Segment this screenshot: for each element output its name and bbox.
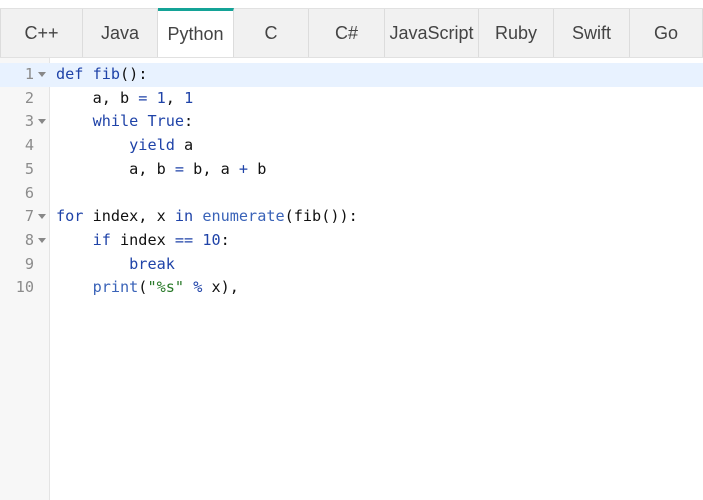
code-text: break: [56, 253, 175, 277]
code-line[interactable]: 2 a, b = 1, 1: [0, 87, 703, 111]
code-token: =: [174, 159, 185, 178]
code-text: while True:: [56, 110, 194, 134]
tab-c[interactable]: C++: [0, 9, 83, 57]
code-token: enumerate: [202, 207, 285, 226]
code-line[interactable]: 3 while True:: [0, 110, 703, 134]
code-text: if index == 10:: [56, 229, 230, 253]
code-token: yield: [129, 136, 175, 155]
code-token: (fib()):: [284, 207, 358, 226]
code-token: %: [193, 278, 203, 297]
code-token: x),: [202, 278, 239, 297]
tab-c[interactable]: C#: [309, 9, 385, 57]
code-text: def fib():: [56, 63, 147, 87]
line-number: 2: [24, 88, 34, 107]
language-tab-bar: C++ Java Python C C# JavaScript Ruby Swift Go: [0, 8, 703, 58]
code-line[interactable]: 6: [0, 182, 703, 206]
line-number: 1: [24, 65, 34, 83]
fold-arrow-icon[interactable]: [38, 72, 46, 77]
code-text: a, b = 1, 1: [56, 87, 194, 111]
line-number: 5: [24, 159, 34, 178]
code-line[interactable]: 5 a, b = b, a + b: [0, 158, 703, 182]
code-token: fib: [92, 65, 121, 83]
code-token: def: [56, 65, 84, 83]
code-line[interactable]: 7 for index, x in enumerate(fib()):: [0, 205, 703, 229]
tab-ruby[interactable]: Ruby: [479, 9, 554, 57]
code-line[interactable]: 4 yield a: [0, 134, 703, 158]
code-token: :: [220, 230, 230, 249]
line-number: 4: [24, 136, 34, 155]
code-token: ,: [165, 88, 185, 107]
code-line[interactable]: 9 break: [0, 253, 703, 277]
code-token: ():: [120, 65, 148, 83]
code-token: ==: [174, 230, 194, 249]
tab-go[interactable]: Go: [630, 9, 703, 57]
code-token: while: [92, 112, 139, 131]
fold-arrow-icon[interactable]: [38, 214, 46, 220]
line-number: 9: [24, 254, 34, 273]
line-number: 3: [24, 112, 34, 131]
code-text: a, b = b, a + b: [56, 158, 266, 182]
tab-javascript[interactable]: JavaScript: [385, 9, 479, 57]
code-token: index, x: [83, 207, 175, 226]
code-token: True: [147, 112, 185, 131]
code-token: a, b: [56, 159, 175, 178]
code-text: print("%s" % x),: [56, 276, 239, 300]
line-number: 7: [24, 207, 34, 226]
code-token: "%s": [147, 278, 185, 297]
line-number: 6: [24, 183, 34, 202]
code-text: for index, x in enumerate(fib()):: [56, 205, 358, 229]
code-line[interactable]: 10 print("%s" % x),: [0, 276, 703, 300]
line-number: 8: [24, 230, 34, 249]
tab-python[interactable]: Python: [158, 8, 234, 57]
code-token: +: [238, 159, 249, 178]
code-text: yield a: [56, 134, 193, 158]
tab-swift[interactable]: Swift: [554, 9, 630, 57]
code-token: if: [92, 230, 111, 249]
code-line[interactable]: 8 if index == 10:: [0, 229, 703, 253]
code-editor[interactable]: 1 def fib(): 2 a, b = 1, 13 while True: 4 y…: [0, 58, 703, 500]
tab-c[interactable]: C: [234, 9, 309, 57]
code-token: b, a: [184, 159, 239, 178]
code-token: 1: [184, 88, 194, 107]
fold-arrow-icon[interactable]: [38, 237, 46, 243]
code-token: 1: [156, 88, 166, 107]
code-token: b: [248, 159, 267, 178]
code-line[interactable]: 1 def fib():: [0, 63, 703, 87]
code-token: 10: [202, 230, 221, 249]
code-token: a: [174, 136, 194, 155]
code-token: break: [129, 254, 175, 273]
code-token: for: [56, 207, 84, 226]
code-token: index: [110, 230, 175, 249]
line-number: 10: [15, 278, 34, 297]
code-token: a, b: [56, 88, 139, 107]
tab-java[interactable]: Java: [83, 9, 158, 57]
code-token: :: [184, 112, 194, 131]
code-token: print: [92, 278, 139, 297]
fold-arrow-icon[interactable]: [38, 119, 46, 125]
code-token: in: [174, 207, 194, 226]
